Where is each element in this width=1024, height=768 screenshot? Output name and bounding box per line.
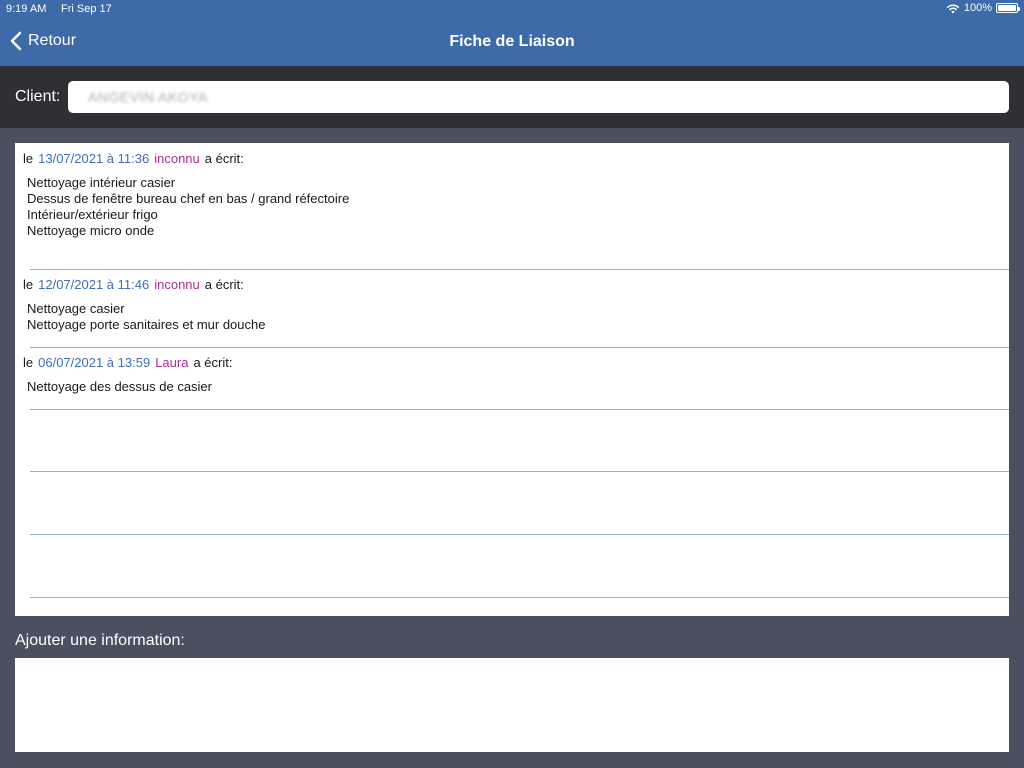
entry-date: 13/07/2021 à 11:36 (38, 151, 150, 166)
add-info-label: Ajouter une information: (15, 632, 185, 649)
entry-line: Dessus de fenêtre bureau chef en bas / g… (27, 191, 350, 206)
entry-line: Nettoyage porte sanitaires et mur douche (27, 317, 266, 332)
entry-suffix: a écrit: (204, 151, 244, 166)
entry-author: inconnu (154, 277, 200, 292)
battery-fill (998, 5, 1016, 11)
top-bar: 9:19 AM Fri Sep 17 100% Retour Fiche de … (0, 0, 1024, 66)
entry-line: Nettoyage casier (27, 301, 125, 316)
entry-body: Nettoyage des dessus de casier (27, 379, 212, 395)
empty-row-line (30, 597, 1009, 598)
entry-line: Nettoyage intérieur casier (27, 175, 176, 190)
client-label: Client: (15, 88, 61, 105)
status-time: 9:19 AM (6, 3, 47, 15)
entry-separator (30, 409, 1009, 410)
empty-row-line (30, 471, 1009, 472)
battery-icon (996, 3, 1020, 13)
entry-author: Laura (155, 355, 189, 370)
entry-body: Nettoyage casier Nettoyage porte sanitai… (27, 301, 265, 333)
entry-line: Nettoyage des dessus de casier (27, 379, 212, 394)
entry-line: Nettoyage micro onde (27, 223, 155, 238)
add-info-input[interactable] (15, 658, 1009, 752)
navigation-bar: Retour Fiche de Liaison (0, 20, 1024, 66)
entry-date: 06/07/2021 à 13:59 (38, 355, 151, 370)
entry-body: Nettoyage intérieur casier Dessus de fen… (27, 175, 349, 239)
entry-prefix: le (23, 355, 34, 370)
entry-prefix: le (23, 277, 34, 292)
entry-separator (30, 269, 1009, 270)
client-bar: Client: ANGEVIN AKOYA (0, 66, 1024, 128)
entry-separator (30, 347, 1009, 348)
status-date: Fri Sep 17 (61, 3, 112, 15)
client-value: ANGEVIN AKOYA (88, 89, 208, 105)
page-title: Fiche de Liaison (449, 33, 575, 50)
log-panel[interactable]: le 13/07/2021 à 11:36 inconnu a écrit: Nett… (15, 143, 1009, 616)
entry-header: le 13/07/2021 à 11:36 inconnu a écrit: (23, 151, 244, 166)
entry-prefix: le (23, 151, 34, 166)
status-right: 100% (946, 2, 1020, 14)
entry-date: 12/07/2021 à 11:46 (38, 277, 150, 292)
entry-header: le 12/07/2021 à 11:46 inconnu a écrit: (23, 277, 244, 292)
battery-percent: 100% (963, 2, 992, 14)
entry-suffix: a écrit: (193, 355, 233, 370)
status-bar: 9:19 AM Fri Sep 17 100% (0, 0, 1024, 20)
empty-row-line (30, 534, 1009, 535)
entry-author: inconnu (154, 151, 200, 166)
wifi-icon (946, 3, 960, 13)
entry-suffix: a écrit: (204, 277, 244, 292)
entry-header: le 06/07/2021 à 13:59 Laura a écrit: (23, 355, 232, 370)
entry-line: Intérieur/extérieur frigo (27, 207, 158, 222)
client-field[interactable]: ANGEVIN AKOYA (68, 81, 1009, 113)
